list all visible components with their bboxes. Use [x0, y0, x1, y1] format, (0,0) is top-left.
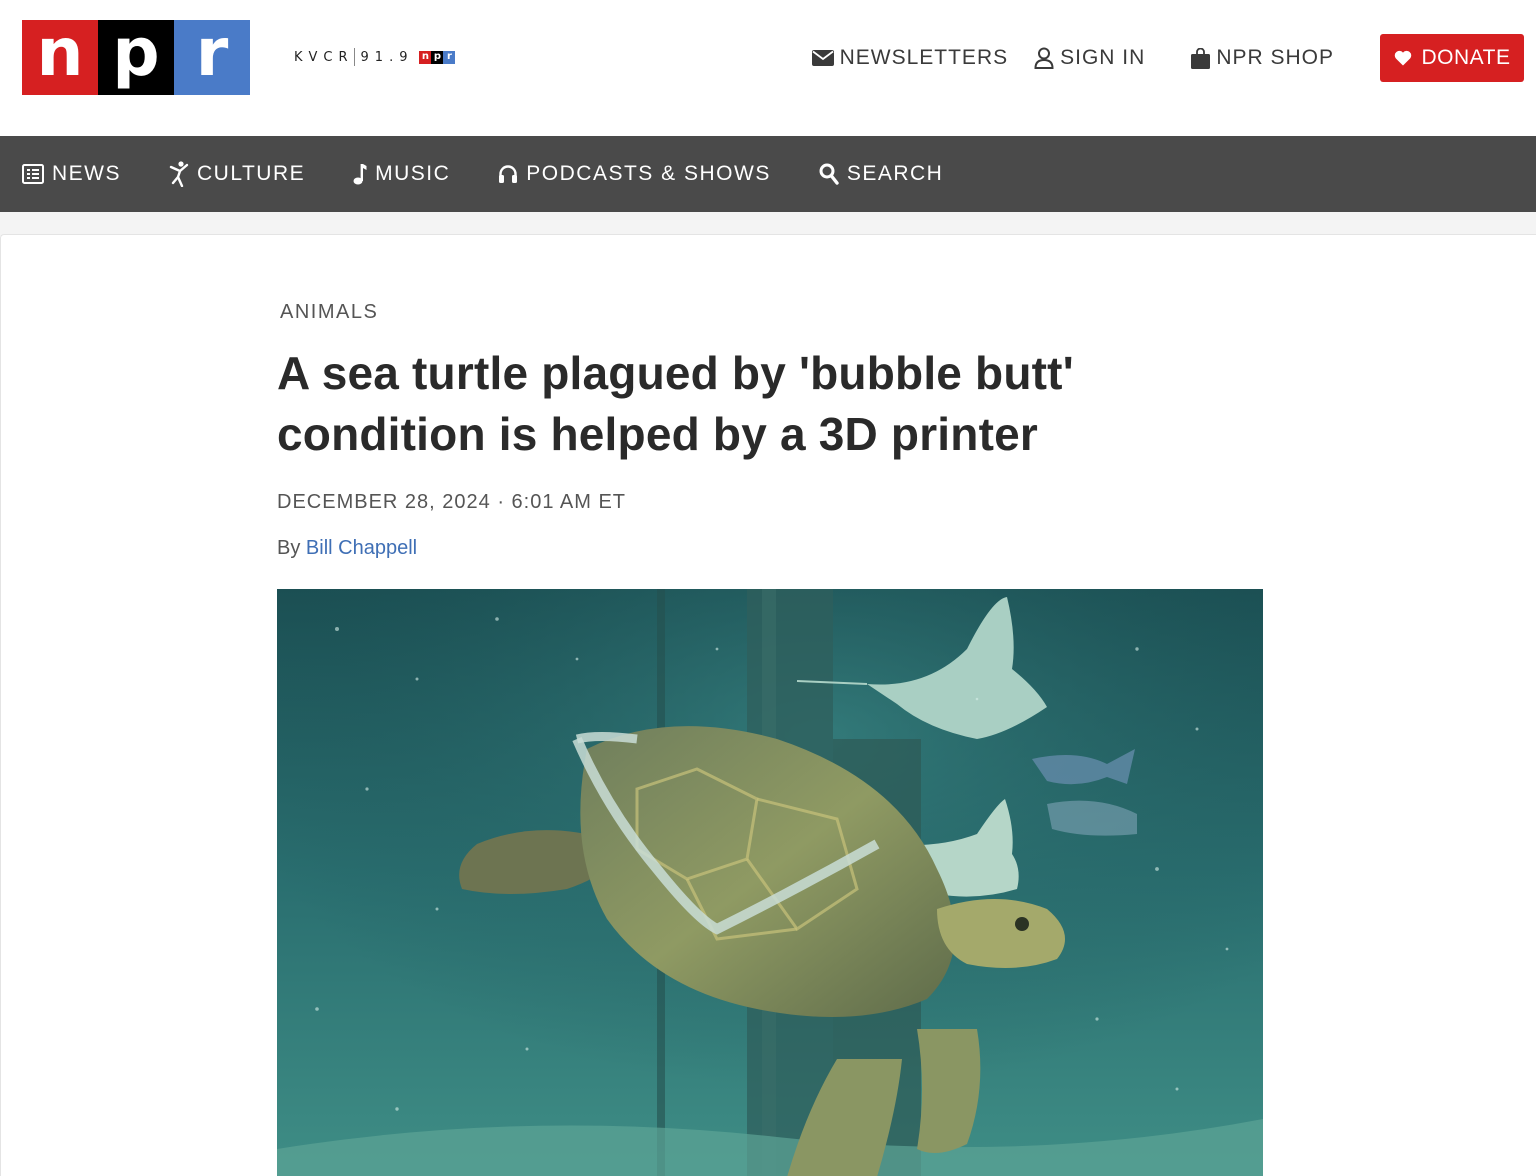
mini-logo-p: p	[431, 50, 444, 64]
station-frequency: 91.9	[360, 49, 414, 65]
envelope-icon	[811, 50, 834, 66]
site-header: n p r KVCR 91.9 n p r NEWSLETTERS SIGN I…	[0, 0, 1536, 136]
nav-podcasts-label: PODCASTS & SHOWS	[526, 162, 771, 185]
nav-item-news[interactable]: NEWS	[22, 162, 121, 186]
nav-item-culture[interactable]: CULTURE	[169, 161, 305, 187]
lead-photo[interactable]	[277, 589, 1263, 1176]
npr-shop-link[interactable]: NPR SHOP	[1191, 46, 1334, 70]
shopping-bag-icon	[1191, 47, 1211, 69]
logo-letter-p: p	[98, 19, 174, 95]
nav-news-label: NEWS	[52, 162, 121, 185]
mini-logo-n: n	[419, 50, 432, 64]
npr-logo[interactable]: n p r	[22, 19, 250, 95]
nav-item-podcasts-shows[interactable]: PODCASTS & SHOWS	[498, 162, 771, 186]
utility-nav: NEWSLETTERS SIGN IN NPR SHOP DONATE	[811, 34, 1524, 82]
user-icon	[1034, 47, 1054, 69]
donate-button[interactable]: DONATE	[1380, 34, 1524, 82]
nav-music-label: MUSIC	[375, 162, 451, 185]
station-divider	[353, 48, 355, 66]
sign-in-label: SIGN IN	[1060, 46, 1146, 69]
mini-logo-r: r	[443, 50, 456, 64]
nav-item-search[interactable]: SEARCH	[819, 162, 944, 186]
newsletters-label: NEWSLETTERS	[839, 46, 1009, 69]
byline-prefix: By	[277, 537, 301, 559]
heart-icon	[1394, 50, 1411, 66]
nav-item-music[interactable]: MUSIC	[353, 162, 450, 186]
news-list-icon	[22, 164, 44, 184]
dancer-icon	[169, 161, 189, 187]
donate-label: DONATE	[1421, 46, 1511, 69]
search-icon	[819, 163, 839, 185]
station-logo[interactable]: KVCR 91.9 n p r	[294, 46, 456, 68]
station-call-sign: KVCR	[294, 49, 354, 65]
logo-letter-n: n	[22, 19, 98, 95]
newsletters-link[interactable]: NEWSLETTERS	[811, 46, 1009, 70]
music-note-icon	[353, 164, 367, 185]
article-byline: By Bill Chappell	[277, 537, 417, 560]
author-link[interactable]: Bill Chappell	[306, 537, 417, 559]
article-container: ANIMALS A sea turtle plagued by 'bubble …	[0, 234, 1536, 1176]
nav-search-label: SEARCH	[846, 162, 944, 185]
headphones-icon	[499, 165, 518, 183]
sign-in-link[interactable]: SIGN IN	[1034, 46, 1145, 70]
page-background-strip	[0, 212, 1536, 236]
nav-culture-label: CULTURE	[197, 162, 306, 185]
main-nav: NEWS CULTURE MUSIC PODCASTS & SHOWS SEAR…	[0, 136, 1536, 212]
sea-turtle-aquarium-image	[277, 589, 1263, 1176]
logo-letter-r: r	[174, 19, 250, 95]
mini-npr-logo: n p r	[419, 50, 456, 64]
article-dateline: DECEMBER 28, 2024 · 6:01 AM ET	[277, 491, 627, 513]
article-headline: A sea turtle plagued by 'bubble butt' co…	[277, 347, 1074, 460]
npr-shop-label: NPR SHOP	[1216, 46, 1334, 69]
section-label[interactable]: ANIMALS	[280, 301, 378, 324]
